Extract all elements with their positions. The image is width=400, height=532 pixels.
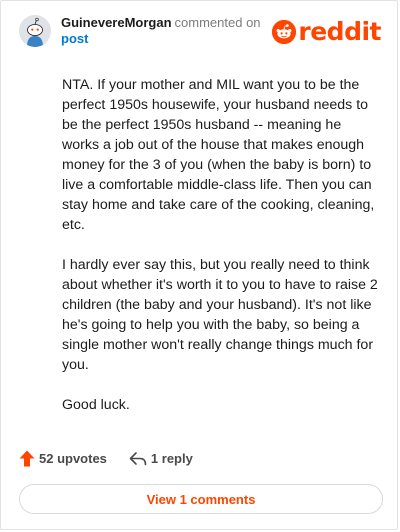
- comment-actions: 52 upvotes 1 reply: [19, 450, 193, 467]
- reddit-logo[interactable]: reddit: [272, 18, 381, 46]
- comment-paragraph: I hardly ever say this, but you really n…: [62, 257, 378, 373]
- upvote-button[interactable]: 52 upvotes: [19, 450, 107, 467]
- reddit-wordmark: reddit: [298, 17, 381, 46]
- snoo-avatar-icon: [19, 15, 51, 47]
- comment-meta: GuinevereMorgan commented on post: [61, 15, 261, 47]
- post-link[interactable]: post: [61, 31, 261, 47]
- comment-header: GuinevereMorgan commented on post: [19, 15, 261, 47]
- comment-body: NTA. If your mother and MIL want you to …: [62, 75, 380, 435]
- comment-paragraph: NTA. If your mother and MIL want you to …: [62, 77, 375, 233]
- username-link[interactable]: GuinevereMorgan: [61, 15, 172, 30]
- reply-count: 1 reply: [150, 451, 193, 466]
- reply-button[interactable]: 1 reply: [129, 451, 193, 467]
- upvote-arrow-icon: [19, 450, 35, 467]
- action-text: commented on: [174, 15, 261, 30]
- upvotes-count: 52 upvotes: [39, 451, 107, 466]
- user-avatar[interactable]: [19, 15, 51, 47]
- reddit-alien-icon: [272, 20, 297, 44]
- comment-card: GuinevereMorgan commented on post reddit …: [0, 0, 398, 530]
- comment-paragraph: Good luck.: [62, 397, 130, 413]
- reply-arrow-icon: [129, 451, 147, 467]
- view-comments-button[interactable]: View 1 comments: [19, 484, 383, 514]
